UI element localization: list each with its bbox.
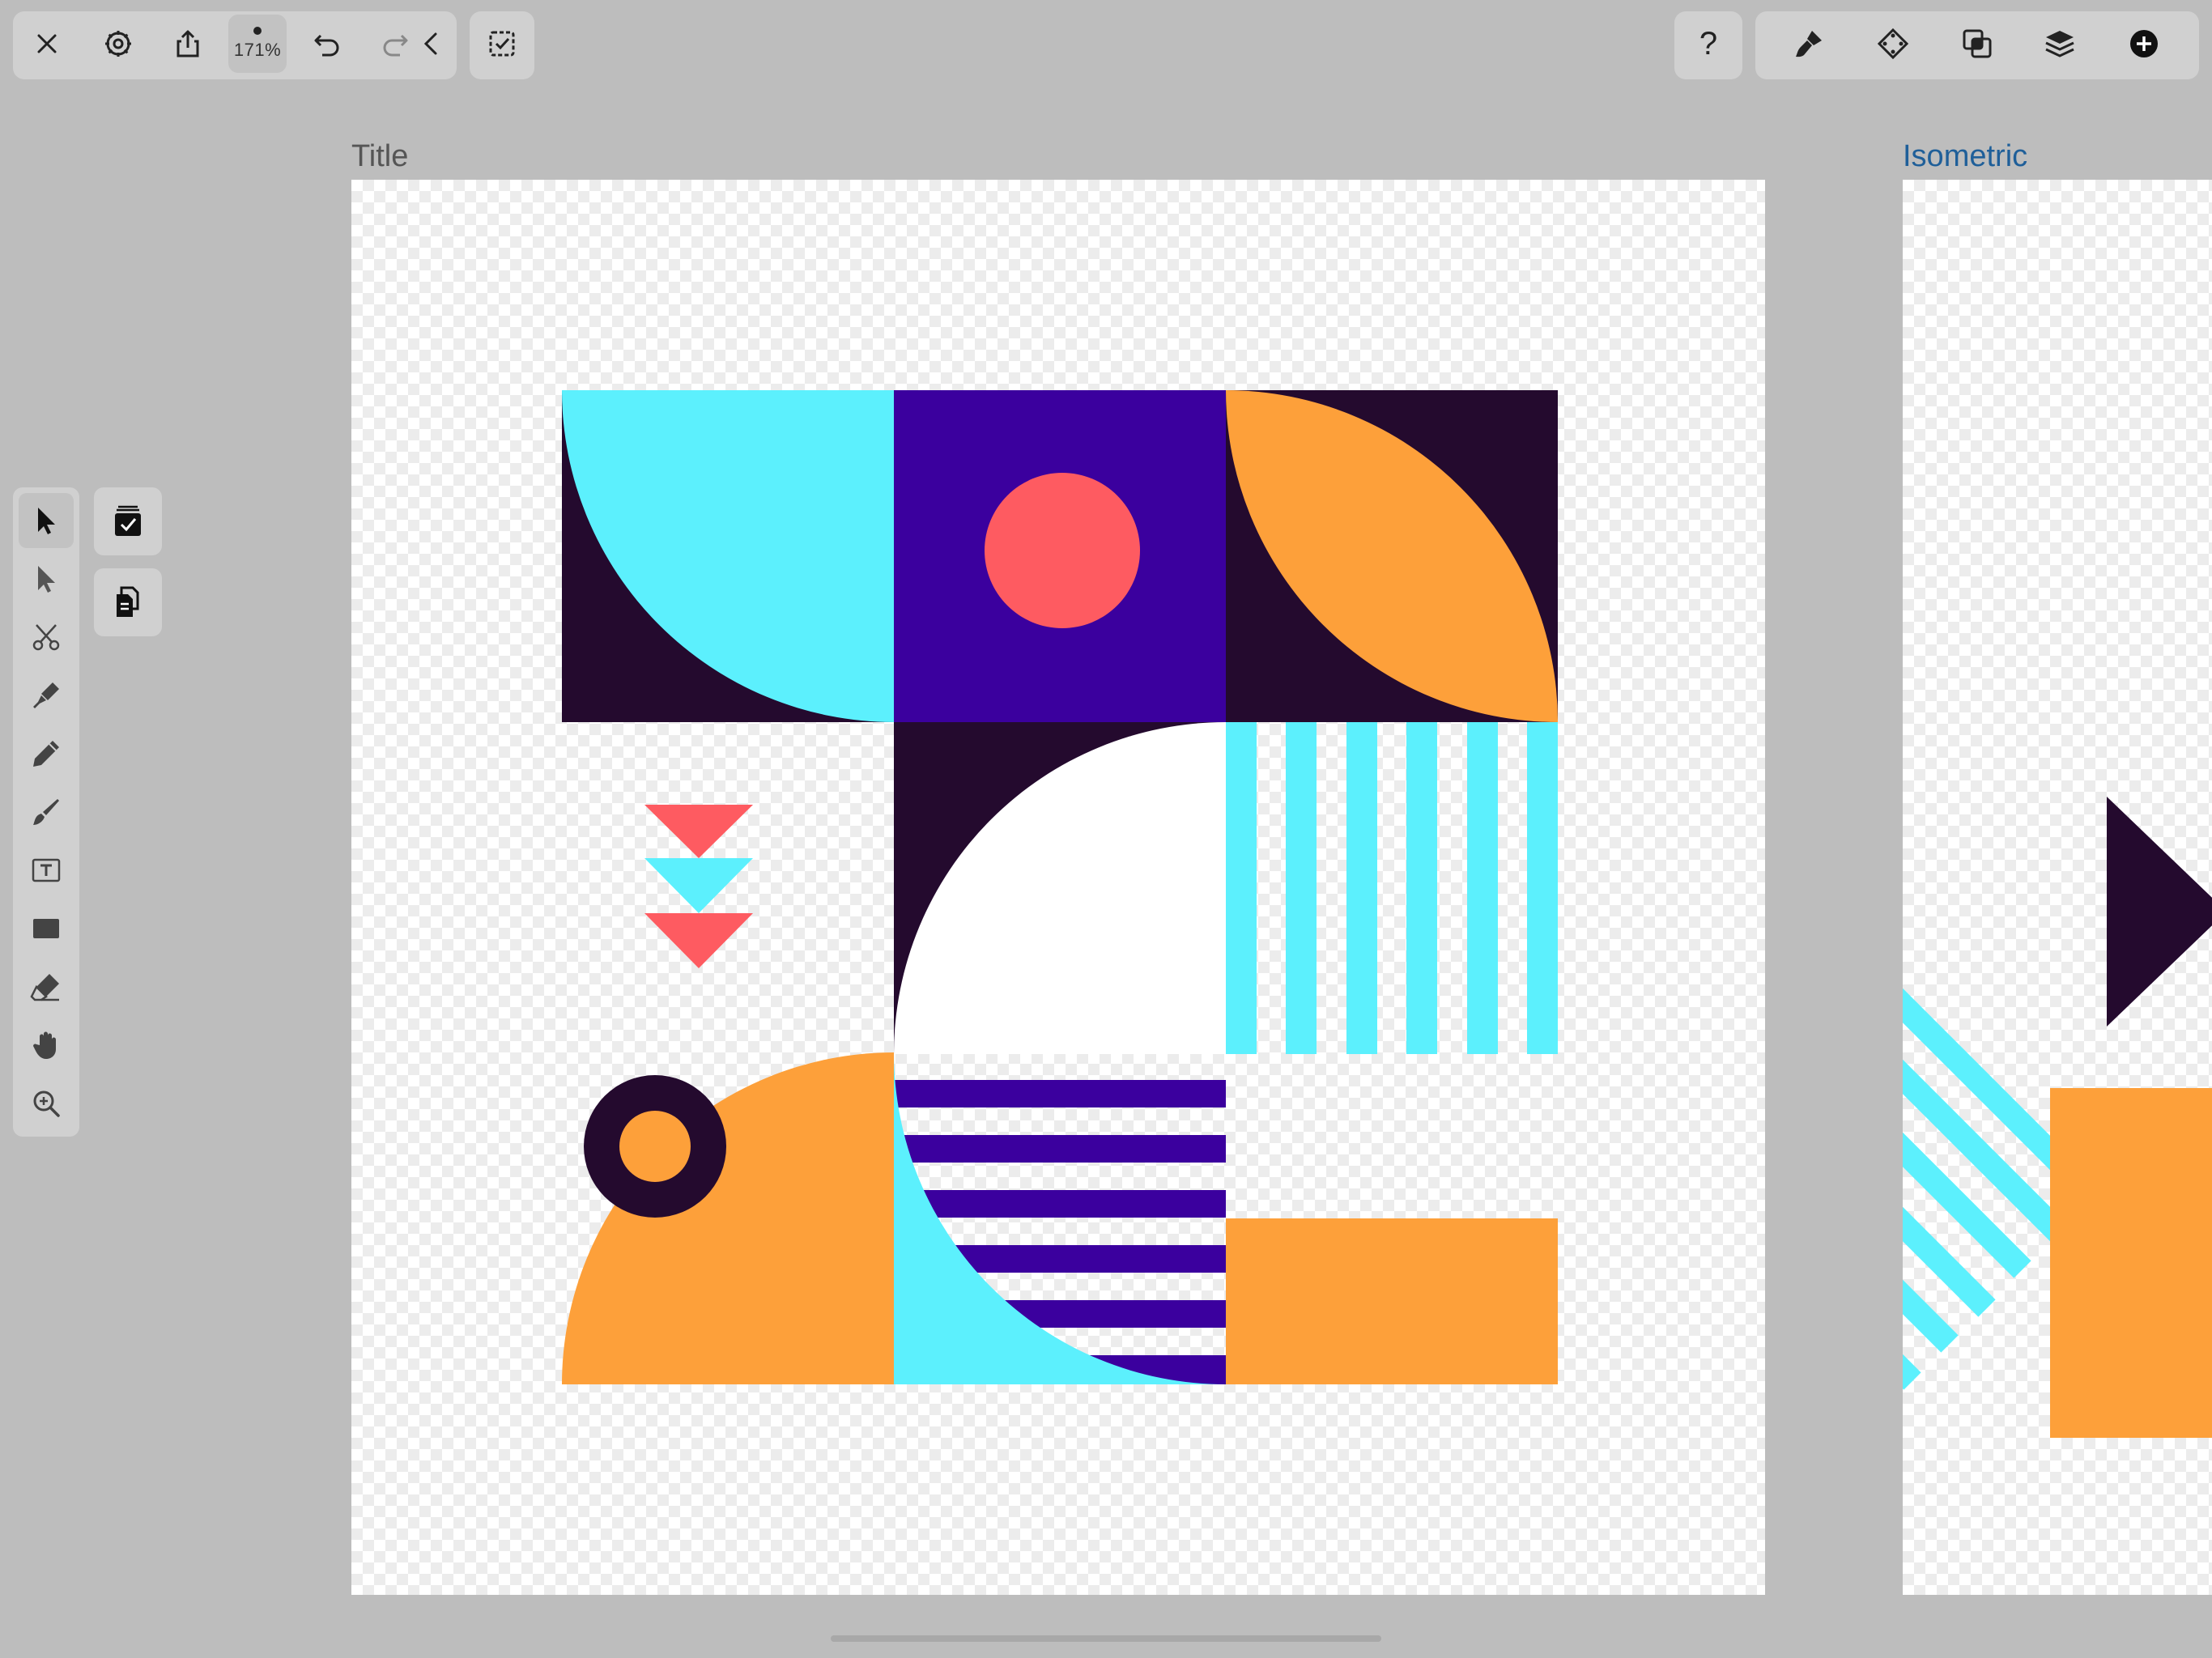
share-button[interactable] [159,15,217,73]
help-button[interactable]: ? [1679,15,1738,73]
coral-circle[interactable] [985,473,1140,628]
tool-direct-selection[interactable] [19,551,74,606]
pen-nib-icon [33,682,59,708]
boolean-button[interactable] [1948,15,2006,73]
home-indicator [831,1635,1381,1642]
tool-text[interactable] [19,843,74,898]
cyan-stripe[interactable] [1346,722,1377,1054]
eraser-icon [30,974,59,1001]
cyan-diagonal-stripe[interactable] [1903,1339,1921,1390]
scissors-icon [32,624,60,651]
zoom-level: 171% [233,40,282,60]
cyan-stripe[interactable] [1467,722,1498,1054]
indigo-stripe[interactable] [894,1080,1226,1107]
redo-icon [383,34,408,57]
tool-pencil[interactable] [19,726,74,781]
undo-button[interactable] [298,15,356,73]
symbol-button[interactable] [1864,15,1922,73]
artwork-title [562,390,1558,1384]
cyan-stripe[interactable] [1226,722,1257,1054]
close-icon [37,34,57,53]
artwork-isometric [1903,797,2212,1438]
layers-icon [2045,31,2074,57]
undo-icon [314,34,339,57]
cyan-stripe[interactable] [1286,722,1317,1054]
zoom-level-button[interactable]: 171% [228,15,287,73]
diamond-icon [1877,28,1909,60]
stack-check-icon [115,505,141,536]
coral-triangle[interactable] [644,913,753,968]
duplicate-button[interactable] [94,568,162,636]
select-all-button[interactable] [94,487,162,555]
artboard-isometric-canvas[interactable] [1903,180,2212,1595]
tool-hand[interactable] [19,1018,74,1073]
gear-icon [105,31,131,57]
orange-ring-center[interactable] [619,1111,691,1182]
share-icon [177,30,199,57]
rectangle-icon [33,919,59,938]
indigo-stripe[interactable] [894,1190,1226,1218]
cyan-stripe[interactable] [1406,722,1437,1054]
tool-brush[interactable] [19,784,74,840]
settings-button[interactable] [89,15,147,73]
arrow-icon [38,508,55,534]
artboard-title-canvas[interactable] [351,180,1765,1595]
artboard-title-2[interactable]: Isometric [1903,139,2027,174]
tool-scissors[interactable] [19,610,74,665]
tool-eraser[interactable] [19,959,74,1014]
combine-icon [1963,29,1992,58]
style-button[interactable] [1780,15,1838,73]
help-label: ? [1699,25,1718,62]
zoom-dot [253,27,262,35]
collapse-toolbar-button[interactable] [413,15,449,73]
chevron-left-icon [423,32,437,55]
orange-block[interactable] [2050,1088,2212,1438]
tool-pen[interactable] [19,668,74,723]
pencil-icon [33,741,59,767]
tool-zoom[interactable] [19,1076,74,1131]
copy-icon [117,586,139,617]
hand-icon [33,1031,56,1059]
brush-icon [33,799,59,825]
tool-shape[interactable] [19,901,74,956]
cyan-triangle[interactable] [644,858,753,913]
magnifier-icon [33,1090,60,1117]
select-mode-button[interactable] [473,15,531,73]
checkbox-icon [489,31,515,57]
cyan-stripe[interactable] [1527,722,1558,1054]
arrow-outline-icon [38,566,55,593]
dark-triangle[interactable] [2107,797,2212,1027]
coral-triangle[interactable] [644,805,753,858]
text-box-icon [32,858,61,882]
add-button[interactable] [2115,15,2173,73]
indigo-stripe[interactable] [894,1135,1226,1163]
brush-icon [1796,31,1822,57]
artboard-title-1[interactable]: Title [351,139,408,174]
plus-circle-icon [2130,30,2158,57]
orange-rectangle[interactable] [1226,1218,1558,1384]
layers-button[interactable] [2031,15,2089,73]
tool-selection[interactable] [19,493,74,548]
close-button[interactable] [18,15,76,73]
